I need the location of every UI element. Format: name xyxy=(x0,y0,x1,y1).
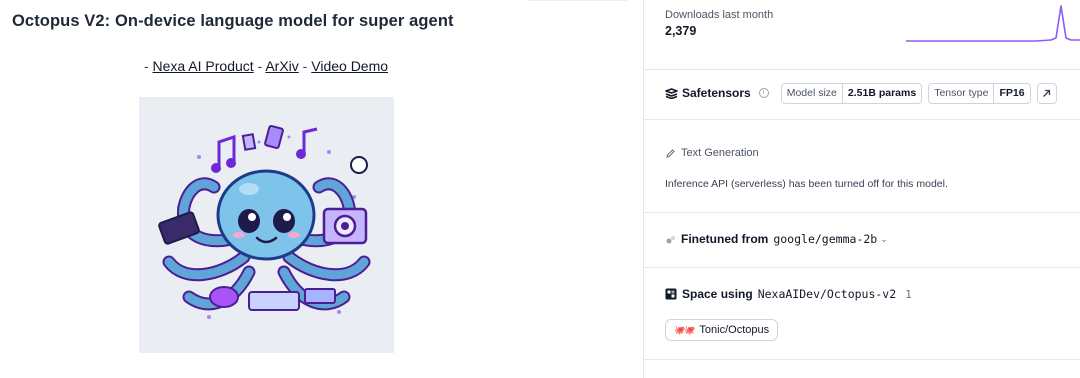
inference-off-message: Inference API (serverless) has been turn… xyxy=(665,178,948,190)
model-links: - Nexa AI Product - ArXiv - Video Demo xyxy=(0,58,532,74)
model-card-title: Octopus V2: On-device language model for… xyxy=(12,12,454,30)
text-generation-tag[interactable]: Text Generation xyxy=(665,147,759,159)
pencil-icon xyxy=(666,148,675,158)
tensor-type-badge: Tensor type FP16 xyxy=(928,82,1031,104)
model-sidebar: Downloads last month 2,379 Safetensors i… xyxy=(643,0,1080,378)
safetensors-section: Safetensors i Model size 2.51B params Te… xyxy=(644,70,1080,120)
spaces-section: Space using NexaAIDev/Octopus-v2 1 🐙🐙 To… xyxy=(644,268,1080,360)
link-separator: - xyxy=(298,58,312,74)
downloads-label: Downloads last month xyxy=(665,9,774,21)
nexa-ai-product-link[interactable]: Nexa AI Product xyxy=(153,58,254,74)
tensor-type-key: Tensor type xyxy=(934,86,989,99)
spaces-repo: NexaAIDev/Octopus-v2 xyxy=(757,287,897,301)
octopus-hero-image xyxy=(139,97,394,353)
finetune-icon xyxy=(666,235,675,243)
video-demo-link[interactable]: Video Demo xyxy=(311,58,388,74)
finetuned-label: Finetuned from xyxy=(681,232,769,246)
safetensors-label: Safetensors xyxy=(682,86,751,100)
safetensors-icon xyxy=(665,87,678,99)
safetensors-title[interactable]: Safetensors xyxy=(665,86,751,100)
links-prefix: - xyxy=(143,58,153,74)
downloads-count: 2,379 xyxy=(665,24,697,38)
model-card: Octopus V2: On-device language model for… xyxy=(0,0,640,378)
spaces-icon xyxy=(665,288,677,300)
inference-section: Text Generation Inference API (serverles… xyxy=(644,120,1080,213)
arxiv-link[interactable]: ArXiv xyxy=(265,58,298,74)
open-safetensors-button[interactable] xyxy=(1036,82,1057,104)
octopus-illustration xyxy=(158,124,371,319)
model-size-key: Model size xyxy=(786,86,837,99)
downloads-sparkline xyxy=(906,5,1080,42)
top-divider xyxy=(528,0,628,3)
base-model-link[interactable]: google/gemma-2b xyxy=(773,232,877,246)
text-generation-label: Text Generation xyxy=(681,147,759,159)
model-size-value: 2.51B params xyxy=(841,83,921,103)
space-chip-label: Tonic/Octopus xyxy=(699,324,770,336)
arrow-up-right-icon xyxy=(1043,89,1051,97)
spaces-label: Space using xyxy=(682,287,753,301)
downloads-section: Downloads last month 2,379 xyxy=(644,0,1080,70)
chevron-down-icon[interactable]: ⌄ xyxy=(880,234,888,245)
space-chip-tonic-octopus[interactable]: 🐙🐙 Tonic/Octopus xyxy=(665,319,779,341)
spaces-count: 1 xyxy=(905,287,912,301)
model-size-badge: Model size 2.51B params xyxy=(780,82,923,104)
octopus-emoji-icon: 🐙🐙 xyxy=(674,324,695,335)
tensor-type-value: FP16 xyxy=(993,83,1029,103)
finetuned-section: Finetuned from google/gemma-2b ⌄ xyxy=(644,213,1080,268)
link-separator: - xyxy=(253,58,266,74)
info-icon[interactable]: i xyxy=(758,88,769,98)
